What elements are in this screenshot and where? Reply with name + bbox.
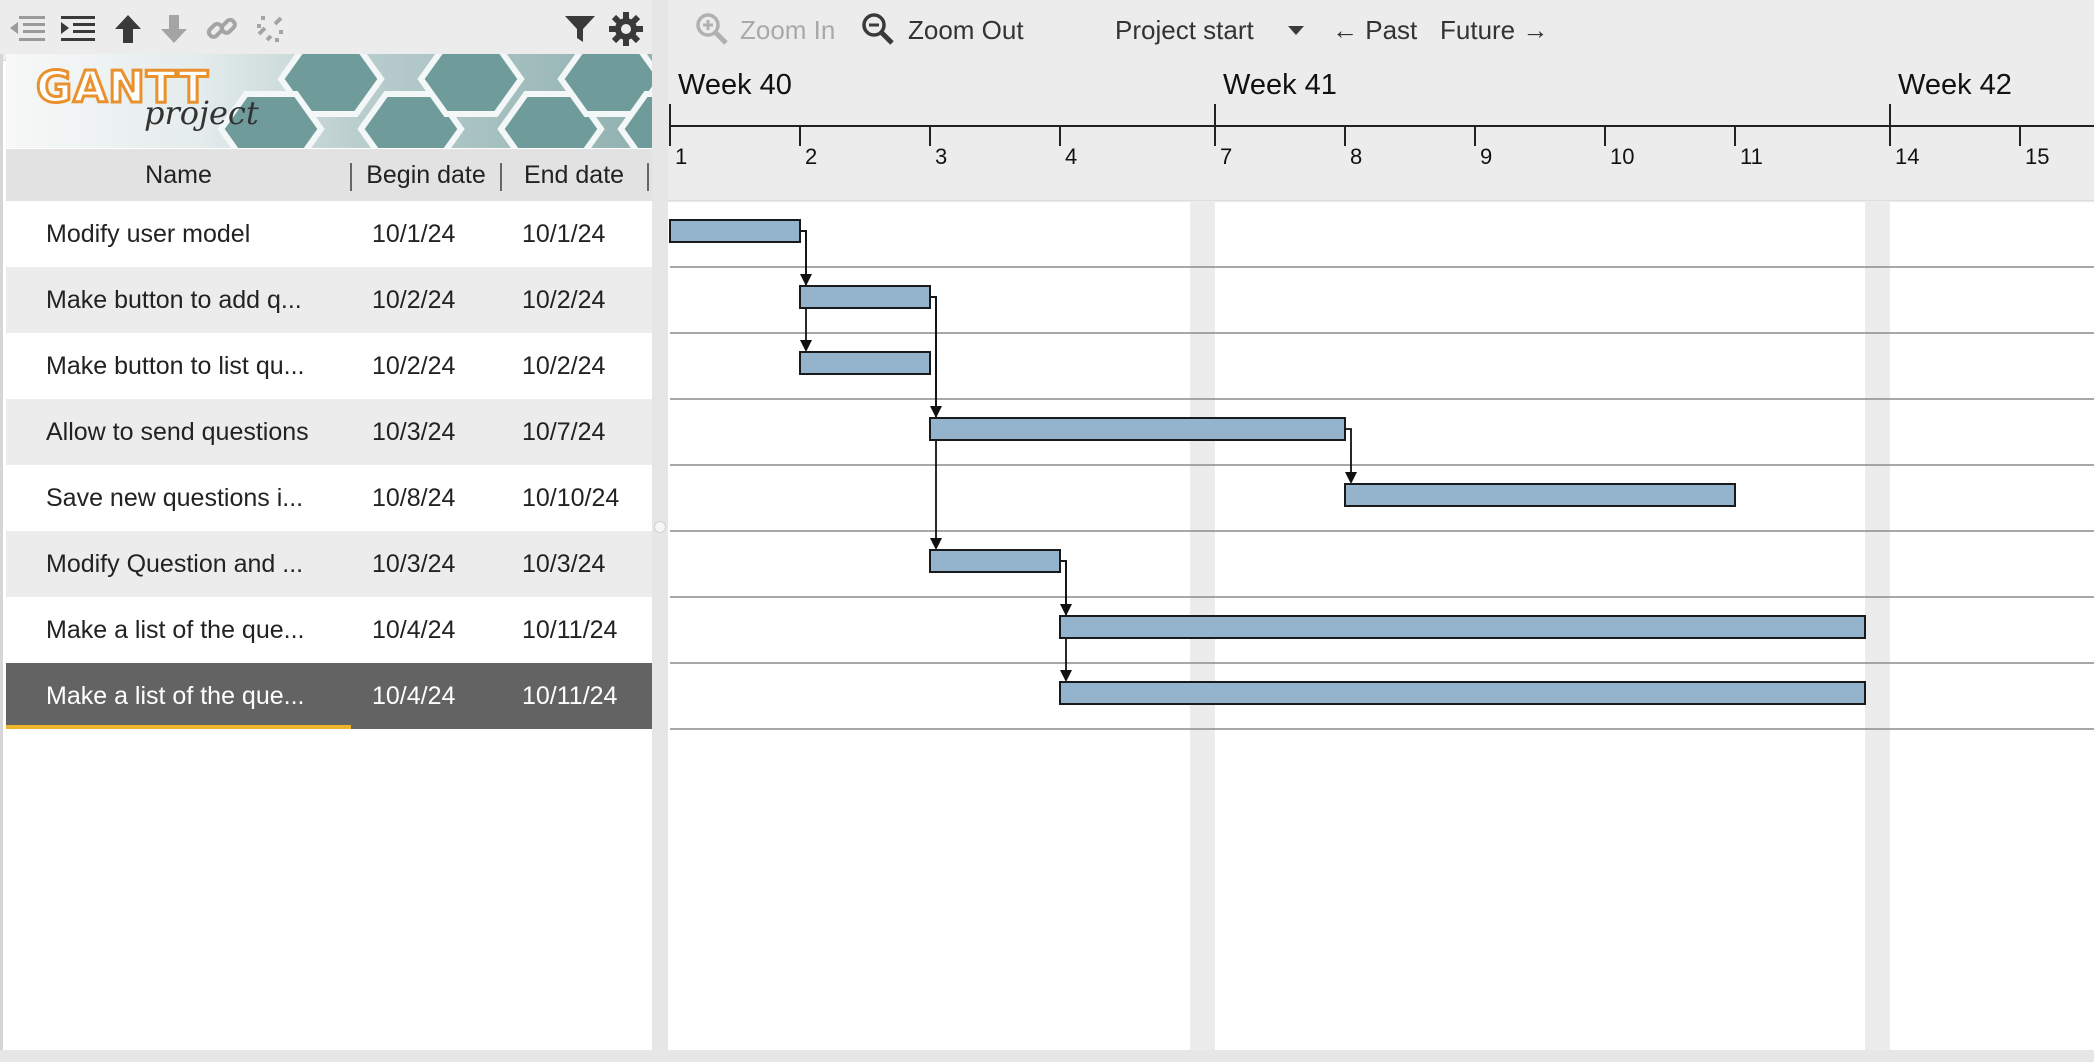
timeline-header [668, 54, 2094, 201]
column-divider[interactable] [647, 163, 649, 191]
task-bar[interactable] [669, 219, 801, 243]
toolbar: Zoom In Zoom Out Project start ← Past Fu… [0, 0, 2094, 61]
table-row-selected[interactable]: Make a list of the que... 10/4/24 10/11/… [6, 663, 652, 729]
day-label: 2 [805, 144, 817, 169]
table-row[interactable]: Make a list of the que... 10/4/24 10/11/… [6, 597, 652, 663]
end-date-cell[interactable]: 10/2/24 [522, 267, 648, 333]
table-row[interactable]: Modify user model 10/1/24 10/1/24 [6, 201, 652, 267]
task-bar[interactable] [799, 351, 931, 375]
gantt-chart[interactable]: Week 40 Week 41 Week 42 1 2 3 4 7 8 9 10 11 14 15 [668, 54, 2094, 1050]
end-date-cell[interactable]: 10/7/24 [522, 399, 648, 465]
task-name-cell[interactable]: Allow to send questions [46, 399, 346, 465]
splitter-handle[interactable] [654, 521, 666, 533]
begin-date-cell[interactable]: 10/1/24 [372, 201, 498, 267]
dependency-arrowhead [800, 340, 812, 352]
task-name-cell[interactable]: Make button to add q... [46, 267, 346, 333]
dependency-arrowhead [930, 538, 942, 550]
task-name-cell[interactable]: Make a list of the que... [46, 597, 346, 663]
end-date-cell[interactable]: 10/2/24 [522, 333, 648, 399]
gantt-app-window: Zoom In Zoom Out Project start ← Past Fu… [0, 0, 2094, 1062]
unlink-icon[interactable] [248, 6, 292, 52]
begin-date-cell[interactable]: 10/4/24 [372, 597, 498, 663]
table-row[interactable]: Allow to send questions 10/3/24 10/7/24 [6, 399, 652, 465]
task-name-cell[interactable]: Make a list of the que... [46, 663, 346, 729]
gantt-chart-area[interactable]: Week 40 Week 41 Week 42 1 2 3 4 7 8 9 10 11 14 15 [668, 54, 2094, 1054]
past-button[interactable]: ← Past [1332, 12, 1417, 48]
day-label: 11 [1740, 144, 1763, 169]
task-name-cell[interactable]: Modify user model [46, 201, 346, 267]
day-label: 1 [675, 144, 687, 169]
day-label: 10 [1610, 144, 1634, 169]
task-bar[interactable] [929, 417, 1346, 441]
begin-date-cell[interactable]: 10/8/24 [372, 465, 498, 531]
selection-underline [6, 725, 351, 729]
zoom-out-icon[interactable] [856, 6, 900, 52]
task-bar[interactable] [1059, 615, 1866, 639]
dependency-arrowhead [1060, 670, 1072, 682]
column-header-end-date[interactable]: End date [502, 149, 646, 201]
unindent-icon[interactable] [6, 6, 50, 52]
project-start-dropdown-icon[interactable] [1284, 22, 1308, 38]
weekend-band [1865, 201, 1890, 1050]
begin-date-cell[interactable]: 10/3/24 [372, 531, 498, 597]
task-name-cell[interactable]: Modify Question and ... [46, 531, 346, 597]
task-table-pane: GANTT project Name Begin date End date M… [6, 54, 652, 1054]
settings-icon[interactable] [604, 6, 648, 52]
task-bar[interactable] [1344, 483, 1736, 507]
ganttproject-logo: GANTT project [6, 54, 652, 148]
zoom-in-icon[interactable] [690, 6, 734, 52]
task-bar[interactable] [929, 549, 1061, 573]
day-label: 8 [1350, 144, 1362, 169]
day-label: 9 [1480, 144, 1492, 169]
task-bar[interactable] [799, 285, 931, 309]
pane-splitter[interactable] [652, 0, 668, 1062]
column-header-name[interactable]: Name [6, 149, 351, 201]
end-date-cell[interactable]: 10/1/24 [522, 201, 648, 267]
move-down-icon[interactable] [152, 6, 196, 52]
week-label: Week 40 [678, 69, 792, 101]
begin-date-cell[interactable]: 10/4/24 [372, 663, 498, 729]
project-start-button[interactable]: Project start [1115, 12, 1254, 48]
end-date-cell[interactable]: 10/10/24 [522, 465, 648, 531]
task-name-cell[interactable]: Make button to list qu... [46, 333, 346, 399]
column-header-begin-date[interactable]: Begin date [352, 149, 500, 201]
window-bottom-border [0, 1050, 2094, 1062]
day-label: 3 [935, 144, 947, 169]
task-bar[interactable] [1059, 681, 1866, 705]
zoom-in-button[interactable]: Zoom In [740, 12, 835, 48]
begin-date-cell[interactable]: 10/2/24 [372, 333, 498, 399]
day-label: 7 [1220, 144, 1232, 169]
table-row[interactable]: Make button to list qu... 10/2/24 10/2/2… [6, 333, 652, 399]
day-label: 14 [1895, 144, 1919, 169]
begin-date-cell[interactable]: 10/2/24 [372, 267, 498, 333]
zoom-out-button[interactable]: Zoom Out [908, 12, 1024, 48]
begin-date-cell[interactable]: 10/3/24 [372, 399, 498, 465]
table-row[interactable]: Make button to add q... 10/2/24 10/2/24 [6, 267, 652, 333]
day-label: 4 [1065, 144, 1077, 169]
day-label: 15 [2025, 144, 2049, 169]
dependency-arrowhead [1345, 472, 1357, 484]
indent-icon[interactable] [56, 6, 100, 52]
week-label: Week 41 [1223, 69, 1337, 101]
end-date-cell[interactable]: 10/11/24 [522, 597, 648, 663]
table-row[interactable]: Modify Question and ... 10/3/24 10/3/24 [6, 531, 652, 597]
table-header: Name Begin date End date [6, 149, 652, 202]
link-icon[interactable] [200, 6, 244, 52]
task-name-cell[interactable]: Save new questions i... [46, 465, 346, 531]
window-border [0, 54, 3, 1054]
end-date-cell[interactable]: 10/3/24 [522, 531, 648, 597]
week-label: Week 42 [1898, 69, 2012, 101]
table-row[interactable]: Save new questions i... 10/8/24 10/10/24 [6, 465, 652, 531]
future-button[interactable]: Future → [1440, 12, 1548, 48]
logo-subtitle: project [144, 94, 259, 132]
filter-icon[interactable] [558, 6, 602, 52]
end-date-cell[interactable]: 10/11/24 [522, 663, 648, 729]
move-up-icon[interactable] [106, 6, 150, 52]
